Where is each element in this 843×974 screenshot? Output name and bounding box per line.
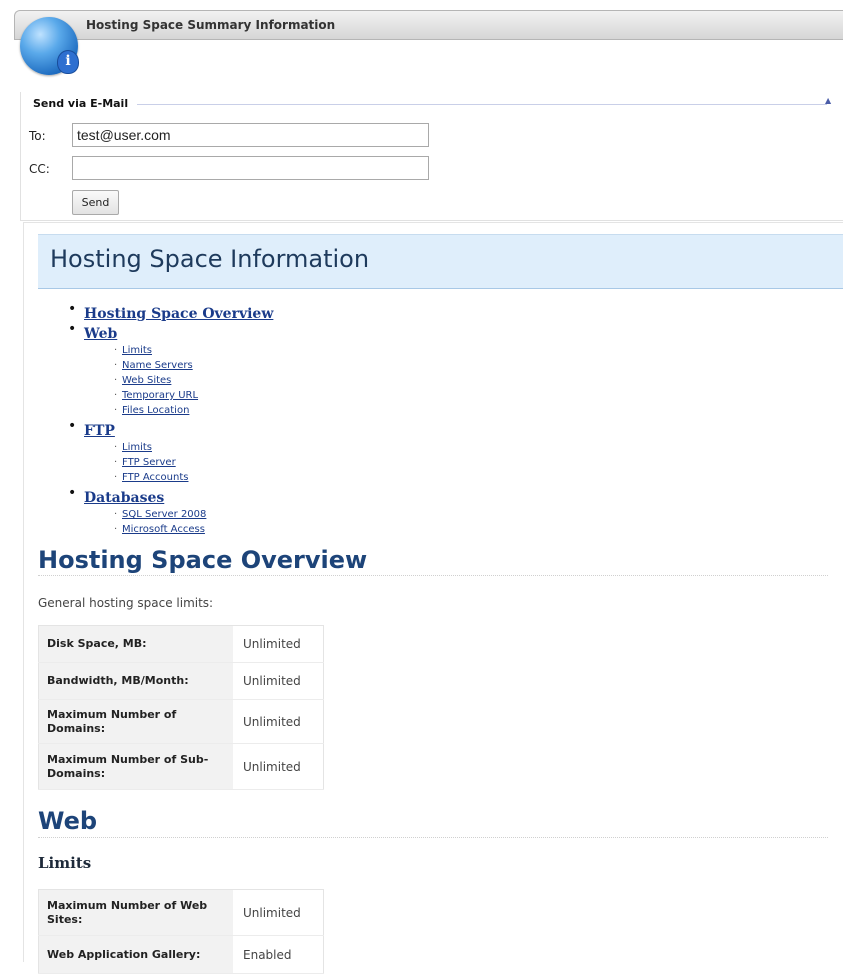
table-row: Maximum Number of Sub-Domains: Unlimited	[38, 743, 324, 790]
toc-link-hosting-space-overview[interactable]: Hosting Space Overview	[84, 306, 273, 322]
toc-link-web[interactable]: Web	[84, 326, 117, 342]
toc-subitem: FTP Accounts	[114, 470, 273, 485]
row-value: Unlimited	[233, 625, 324, 663]
cc-email-field[interactable]	[72, 156, 429, 180]
report-header: Hosting Space Information	[38, 234, 843, 289]
row-key: Maximum Number of Domains:	[38, 699, 233, 744]
to-label: To:	[29, 129, 46, 143]
row-key: Maximum Number of Sub-Domains:	[38, 743, 233, 790]
info-globe-icon: i	[20, 17, 79, 75]
toc-sublist-databases: SQL Server 2008 Microsoft Access	[114, 507, 273, 537]
overview-note: General hosting space limits:	[38, 596, 214, 610]
table-of-contents: Hosting Space Overview Web Limits Name S…	[68, 301, 273, 539]
toc-link-web-limits[interactable]: Limits	[122, 345, 152, 356]
section-heading-web: Web	[38, 807, 98, 835]
toc-subitem: SQL Server 2008	[114, 507, 273, 522]
to-email-field[interactable]	[72, 123, 429, 147]
table-row: Maximum Number of Web Sites: Unlimited	[38, 889, 324, 936]
toc-subitem: Name Servers	[114, 358, 273, 373]
report-title: Hosting Space Information	[50, 245, 370, 273]
table-row: Disk Space, MB: Unlimited	[38, 625, 324, 663]
web-limits-table: Maximum Number of Web Sites: Unlimited W…	[38, 889, 324, 974]
row-key: Bandwidth, MB/Month:	[38, 662, 233, 700]
toc-item: Web Limits Name Servers Web Sites Tempor…	[68, 321, 273, 418]
toc-link-name-servers[interactable]: Name Servers	[122, 360, 193, 371]
toc-link-ftp-server[interactable]: FTP Server	[122, 457, 176, 468]
row-key: Maximum Number of Web Sites:	[38, 889, 233, 936]
subsection-heading-limits: Limits	[38, 854, 92, 872]
toc-link-web-sites[interactable]: Web Sites	[122, 375, 171, 386]
toc-sublist-web: Limits Name Servers Web Sites Temporary …	[114, 343, 273, 418]
overview-limits-table: Disk Space, MB: Unlimited Bandwidth, MB/…	[38, 625, 324, 790]
toc-link-microsoft-access[interactable]: Microsoft Access	[122, 524, 205, 535]
toc-link-ftp-accounts[interactable]: FTP Accounts	[122, 472, 188, 483]
toc-subitem: Limits	[114, 343, 273, 358]
section-divider	[38, 575, 828, 576]
cc-label: CC:	[29, 162, 50, 176]
toc-item: FTP Limits FTP Server FTP Accounts	[68, 418, 273, 485]
toc-sublist-ftp: Limits FTP Server FTP Accounts	[114, 440, 273, 485]
toc-link-databases[interactable]: Databases	[84, 490, 164, 506]
send-email-section: Send via E-Mail ▲ To: CC: Send	[20, 92, 843, 221]
section-heading-hosting-space-overview: Hosting Space Overview	[38, 546, 368, 574]
row-key: Web Application Gallery:	[38, 935, 233, 974]
window-title-bar: Hosting Space Summary Information	[14, 10, 843, 40]
row-value: Unlimited	[233, 699, 324, 744]
row-value: Enabled	[233, 935, 324, 974]
toc-item: Hosting Space Overview	[68, 301, 273, 323]
window-title: Hosting Space Summary Information	[86, 18, 336, 32]
legend-divider	[137, 104, 827, 105]
info-icon: i	[57, 50, 79, 74]
toc-link-files-location[interactable]: Files Location	[122, 405, 189, 416]
toc-link-sql-server-2008[interactable]: SQL Server 2008	[122, 509, 206, 520]
table-row: Web Application Gallery: Enabled	[38, 935, 324, 974]
toc-subitem: Files Location	[114, 403, 273, 418]
toc-link-temporary-url[interactable]: Temporary URL	[122, 390, 198, 401]
table-row: Maximum Number of Domains: Unlimited	[38, 699, 324, 744]
row-value: Unlimited	[233, 662, 324, 700]
toc-link-ftp[interactable]: FTP	[84, 423, 115, 439]
toc-link-ftp-limits[interactable]: Limits	[122, 442, 152, 453]
row-value: Unlimited	[233, 889, 324, 936]
toc-item: Databases SQL Server 2008 Microsoft Acce…	[68, 485, 273, 537]
toc-subitem: Limits	[114, 440, 273, 455]
send-email-legend: Send via E-Mail	[33, 97, 129, 110]
row-key: Disk Space, MB:	[38, 625, 233, 663]
toc-subitem: Web Sites	[114, 373, 273, 388]
section-divider	[38, 837, 828, 838]
send-button[interactable]: Send	[72, 190, 119, 215]
table-row: Bandwidth, MB/Month: Unlimited	[38, 662, 324, 700]
toc-subitem: Microsoft Access	[114, 522, 273, 537]
collapse-arrow-icon[interactable]: ▲	[825, 96, 831, 105]
toc-subitem: Temporary URL	[114, 388, 273, 403]
report-panel: Hosting Space Information Hosting Space …	[23, 222, 843, 974]
toc-subitem: FTP Server	[114, 455, 273, 470]
row-value: Unlimited	[233, 743, 324, 790]
